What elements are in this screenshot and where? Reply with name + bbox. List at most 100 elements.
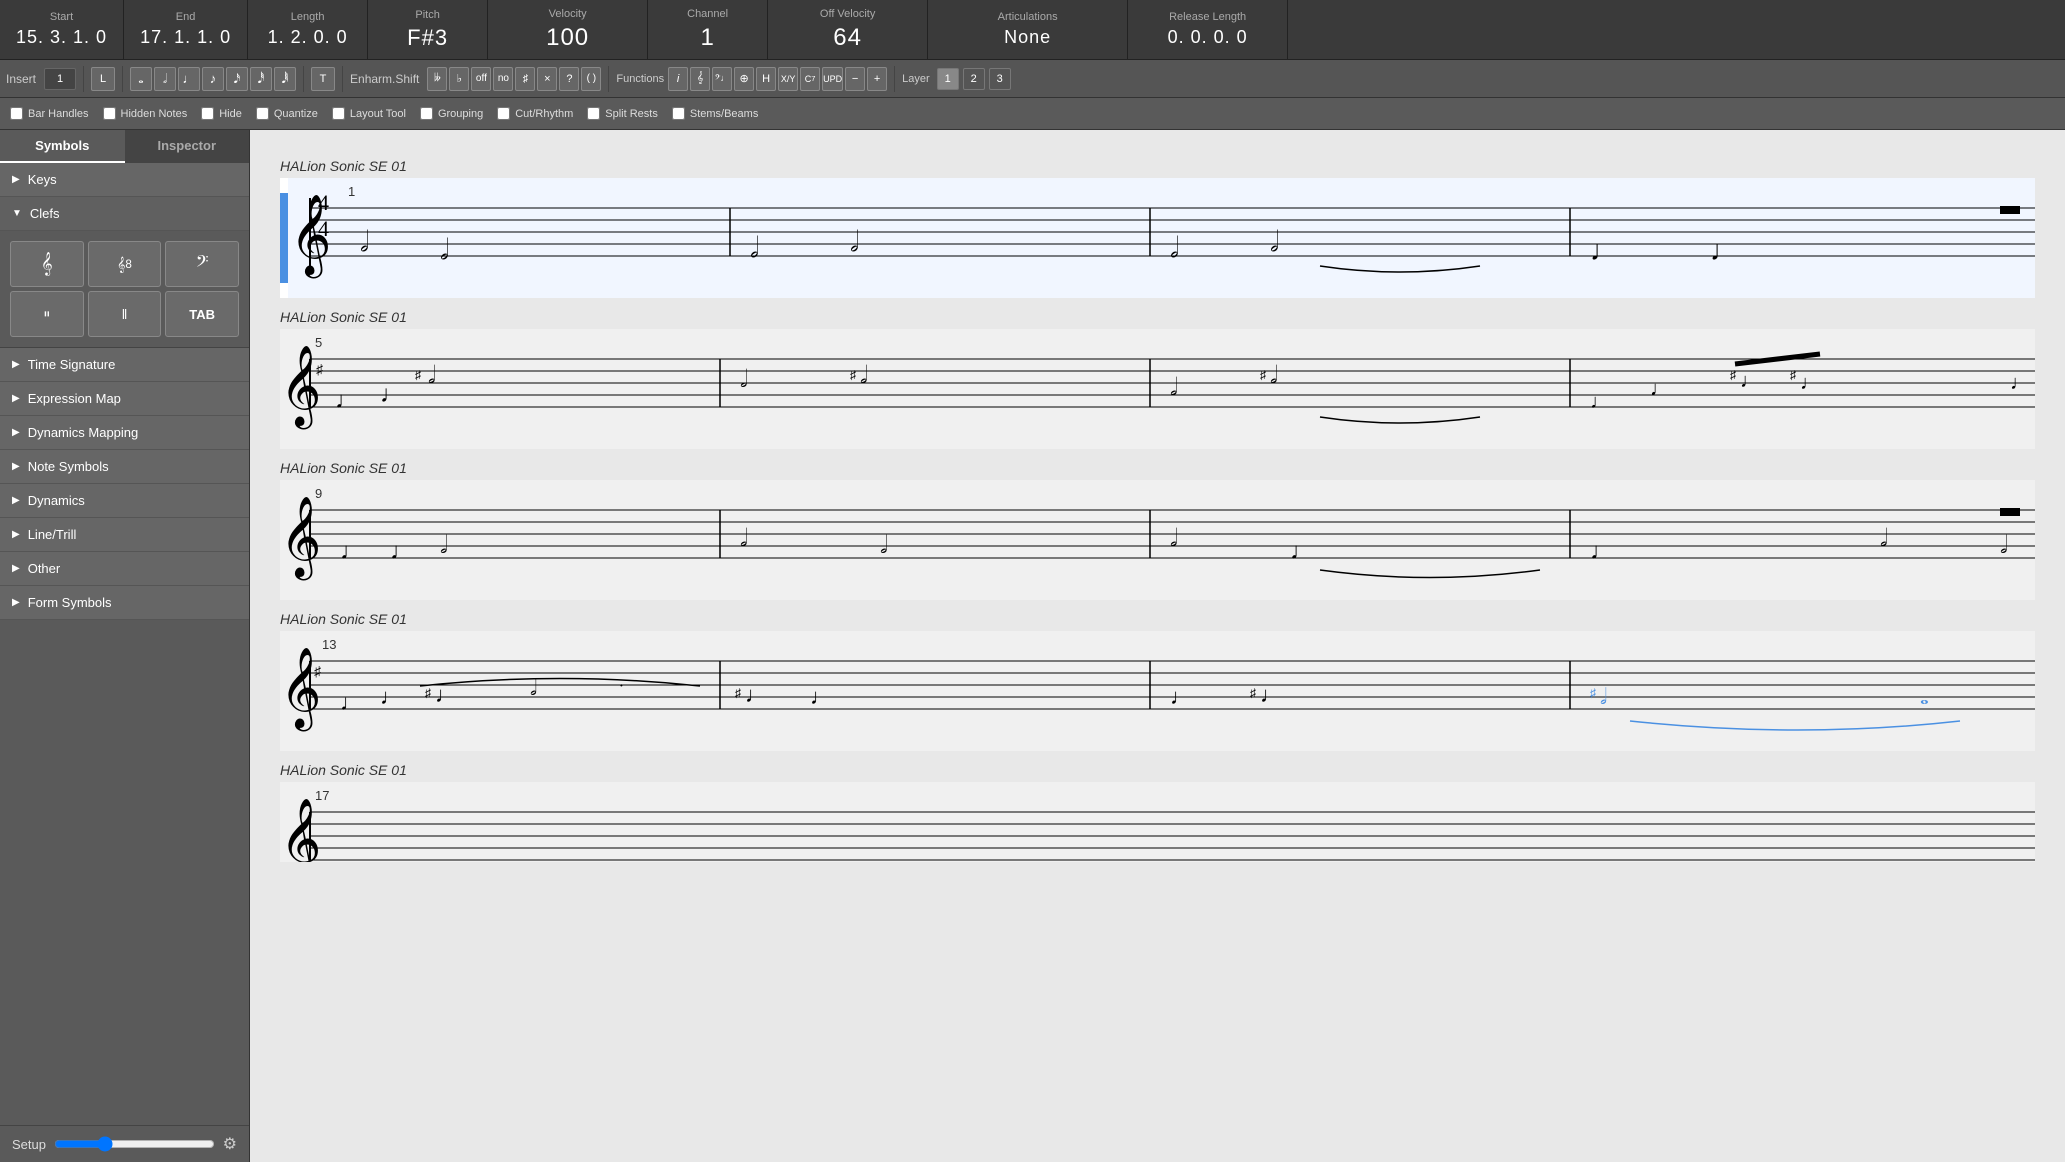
acc-question[interactable]: ? [559, 67, 579, 91]
treble-8va-clef-btn[interactable]: 𝄞8 [88, 241, 162, 287]
sidebar-tabs: Symbols Inspector [0, 130, 249, 163]
func-xy[interactable]: X/Y [778, 67, 798, 91]
staff-5-container: 𝄞 17 [280, 782, 2035, 865]
tab-clef-btn[interactable]: TAB [165, 291, 239, 337]
acc-double-sharp[interactable]: × [537, 67, 557, 91]
svg-text:𝅗𝅥: 𝅗𝅥 [440, 533, 448, 559]
func-i[interactable]: i [668, 67, 688, 91]
end-value: 17. 1. 1. 0 [140, 27, 231, 48]
sidebar-section-clefs[interactable]: ▼ Clefs [0, 197, 249, 231]
bar-handles-checkbox[interactable]: Bar Handles [10, 107, 89, 120]
sidebar-section-form-symbols[interactable]: ▶ Form Symbols [0, 586, 249, 620]
split-rests-checkbox[interactable]: Split Rests [587, 107, 658, 120]
other-triangle: ▶ [12, 563, 20, 574]
selection-bar [280, 193, 288, 283]
staff-2-svg: 𝄞 5 ♯ ♩ ♩ ♯ 𝅗𝅥 𝅗𝅥 ♯ 𝅗𝅥 [280, 329, 2035, 449]
grouping-checkbox[interactable]: Grouping [420, 107, 483, 120]
sidebar-section-note-symbols[interactable]: ▶ Note Symbols [0, 450, 249, 484]
func-plus-circle[interactable]: ⊕ [734, 67, 754, 91]
treble-clef-btn[interactable]: 𝄞 [10, 241, 84, 287]
func-plus[interactable]: + [867, 67, 887, 91]
bar-clef-btn[interactable]: ‖ [88, 291, 162, 337]
tab-symbols[interactable]: Symbols [0, 130, 125, 163]
svg-text:♯: ♯ [1250, 686, 1256, 700]
tab-inspector[interactable]: Inspector [125, 130, 250, 163]
note-whole-btn[interactable]: 𝅝 [130, 67, 152, 91]
layer-1-btn[interactable]: 1 [937, 68, 959, 90]
acc-off[interactable]: off [471, 67, 491, 91]
acc-sharp[interactable]: ♯ [515, 67, 535, 91]
svg-text:5: 5 [315, 335, 322, 350]
sidebar-section-line-trill[interactable]: ▶ Line/Trill [0, 518, 249, 552]
cut-rhythm-checkbox[interactable]: Cut/Rhythm [497, 107, 573, 120]
quantize-checkbox[interactable]: Quantize [256, 107, 318, 120]
length-value: 1. 2. 0. 0 [268, 27, 348, 48]
line-trill-triangle: ▶ [12, 529, 20, 540]
t-button[interactable]: T [311, 67, 335, 91]
sep3 [303, 66, 304, 92]
svg-text:♯: ♯ [314, 665, 322, 680]
svg-text:♩: ♩ [1590, 539, 1614, 565]
acc-double-flat[interactable]: 𝄫 [427, 67, 447, 91]
sidebar-section-expression-map[interactable]: ▶ Expression Map [0, 382, 249, 416]
svg-text:♯: ♯ [735, 686, 741, 700]
dynamics-triangle: ▶ [12, 495, 20, 506]
articulations-section: Articulations None [928, 0, 1128, 59]
score-area[interactable]: HALion Sonic SE 01 4 4 𝄞 [250, 130, 2065, 1162]
velocity-section: Velocity 100 [488, 0, 648, 59]
sidebar-section-dynamics-mapping[interactable]: ▶ Dynamics Mapping [0, 416, 249, 450]
note-eighth-btn[interactable]: ♪ [202, 67, 224, 91]
note-64th-btn[interactable]: 𝅘𝅥𝅱 [274, 67, 296, 91]
svg-text:♩: ♩ [1650, 378, 1670, 400]
acc-no[interactable]: no [493, 67, 513, 91]
stems-beams-checkbox[interactable]: Stems/Beams [672, 107, 758, 120]
func-upd[interactable]: UPD [822, 67, 843, 91]
setup-slider[interactable] [54, 1136, 215, 1152]
hidden-notes-checkbox[interactable]: Hidden Notes [103, 107, 188, 120]
channel-value: 1 [700, 24, 714, 52]
sidebar-section-keys[interactable]: ▶ Keys [0, 163, 249, 197]
note-quarter-btn[interactable]: ♩ [178, 67, 200, 91]
bass-clef-btn[interactable]: 𝄢 [165, 241, 239, 287]
note-half-btn[interactable]: 𝅗𝅥 [154, 67, 176, 91]
sep5 [608, 66, 609, 92]
svg-text:♩: ♩ [1800, 372, 1820, 394]
functions-group: i 𝄞 𝄢♩ ⊕ H X/Y C7 UPD − + [668, 67, 887, 91]
svg-text:♩: ♩ [380, 382, 404, 408]
insert-input[interactable] [44, 68, 76, 90]
toolbar: Insert L 𝅝 𝅗𝅥 ♩ ♪ 𝅘𝅥𝅯 𝅘𝅥𝅰 𝅘𝅥𝅱 T Enharm.S… [0, 60, 2065, 98]
svg-text:𝅗𝅥: 𝅗𝅥 [750, 233, 759, 264]
clefs-panel: 𝄞 𝄞8 𝄢 𝄥 ‖ TAB [0, 231, 249, 348]
time-sig-triangle: ▶ [12, 359, 20, 370]
release-length-value: 0. 0. 0. 0 [1168, 27, 1248, 48]
note-16th-btn[interactable]: 𝅘𝅥𝅯 [226, 67, 248, 91]
hide-checkbox[interactable]: Hide [201, 107, 242, 120]
functions-label: Functions [616, 73, 664, 85]
main-content: Symbols Inspector ▶ Keys ▼ Clefs 𝄞 𝄞8 𝄢 … [0, 130, 2065, 1162]
setup-gear-icon[interactable]: ⚙ [223, 1134, 237, 1154]
note-32nd-btn[interactable]: 𝅘𝅥𝅰 [250, 67, 272, 91]
acc-paren[interactable]: ( ) [581, 67, 601, 91]
layer-2-btn[interactable]: 2 [963, 68, 985, 90]
percussion-clef-btn[interactable]: 𝄥 [10, 291, 84, 337]
l-button[interactable]: L [91, 67, 115, 91]
off-velocity-section: Off Velocity 64 [768, 0, 928, 59]
enharm-label: Enharm.Shift [350, 72, 419, 86]
sidebar-section-dynamics[interactable]: ▶ Dynamics [0, 484, 249, 518]
func-chord[interactable]: 𝄢♩ [712, 67, 732, 91]
func-h[interactable]: H [756, 67, 776, 91]
func-c7[interactable]: C7 [800, 67, 820, 91]
layer-3-btn[interactable]: 3 [989, 68, 1011, 90]
svg-text:𝄞: 𝄞 [280, 799, 321, 862]
svg-text:♩: ♩ [810, 684, 832, 709]
sidebar-section-time-sig[interactable]: ▶ Time Signature [0, 348, 249, 382]
func-minus[interactable]: − [845, 67, 865, 91]
func-note[interactable]: 𝄞 [690, 67, 710, 91]
velocity-value: 100 [546, 24, 589, 52]
articulations-value: None [1004, 27, 1051, 48]
acc-flat[interactable]: ♭ [449, 67, 469, 91]
svg-text:♯: ♯ [316, 363, 324, 378]
sidebar-section-other[interactable]: ▶ Other [0, 552, 249, 586]
layout-tool-checkbox[interactable]: Layout Tool [332, 107, 406, 120]
accidental-group: 𝄫 ♭ off no ♯ × ? ( ) [427, 67, 601, 91]
